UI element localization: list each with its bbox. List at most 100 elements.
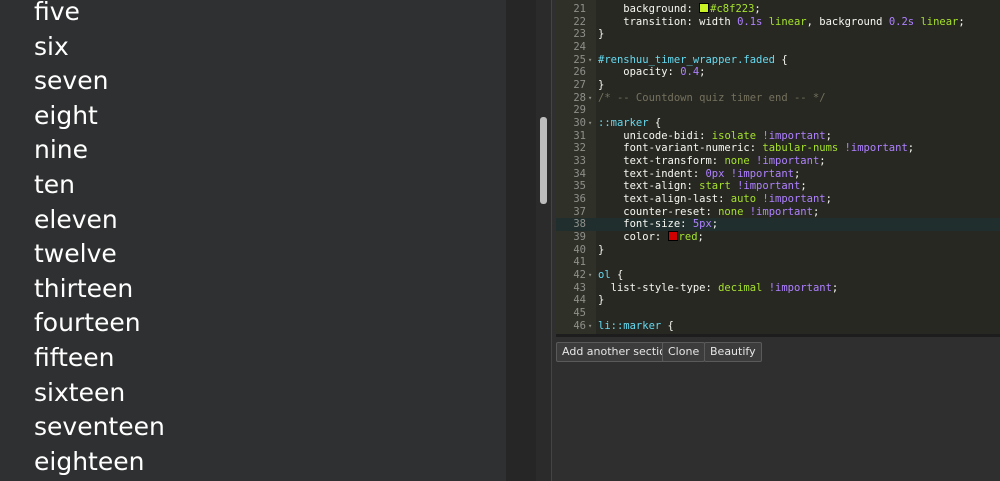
line-number: 44 <box>573 294 586 307</box>
list-item-text: nine <box>34 135 89 165</box>
css-code-editor[interactable]: 21 background: #c8f223; 22 transition: wi… <box>556 0 1000 337</box>
code-text: } <box>598 79 604 92</box>
code-token: unicode-bidi: <box>598 129 712 142</box>
line-number: 37 <box>573 205 586 218</box>
code-token: none <box>724 155 750 168</box>
list-item-text: twelve <box>34 239 117 269</box>
code-token: start <box>699 180 731 193</box>
line-number: 39 <box>573 231 586 244</box>
code-line[interactable]: 41 <box>556 256 1000 269</box>
fold-arrow-icon[interactable]: ▾ <box>588 117 592 130</box>
code-token: list-style-type: <box>598 281 719 294</box>
code-token: 5px <box>692 218 712 231</box>
code-token: ::marker <box>598 117 649 130</box>
code-line[interactable]: 42 ▾ ol { <box>556 269 1000 282</box>
code-token: ; <box>812 205 820 218</box>
code-token: ; <box>958 15 965 28</box>
code-token: text-align-last: <box>598 193 731 206</box>
line-number: 45 <box>573 307 586 320</box>
code-line[interactable]: 37 counter-reset: none !important; <box>556 206 1000 219</box>
code-token: !important <box>838 142 908 155</box>
fold-arrow-icon[interactable]: ▾ <box>588 320 592 333</box>
fold-arrow-icon[interactable]: ▾ <box>588 54 592 67</box>
code-text: background: #c8f223; <box>598 3 761 16</box>
code-token: linear <box>762 15 807 28</box>
line-number: 41 <box>573 256 586 269</box>
scrollbar-thumb[interactable] <box>540 117 547 204</box>
code-text: font-size: 5px; <box>598 218 718 231</box>
code-text: } <box>598 28 604 41</box>
code-line[interactable]: 39 color: red; <box>556 231 1000 244</box>
code-token: ; <box>825 129 832 142</box>
line-number: 27 <box>573 79 586 92</box>
code-token: { <box>648 117 662 130</box>
line-number: 23 <box>573 28 586 41</box>
code-line[interactable]: 38 font-size: 5px; <box>556 218 1000 232</box>
code-line[interactable]: 30 ▾::marker { <box>556 117 1000 130</box>
code-text: ::marker { <box>598 117 661 130</box>
code-line[interactable]: 40} <box>556 244 1000 257</box>
code-line[interactable]: 45 <box>556 307 1000 320</box>
code-token: red <box>678 231 698 244</box>
code-line[interactable]: 28 ▾ /* -- Countdown quiz timer end -- */ <box>556 92 1000 105</box>
line-number: 38 <box>573 218 586 231</box>
pane-divider <box>506 0 536 481</box>
code-line[interactable]: 22 transition: width 0.1s linear, backgr… <box>556 16 1000 29</box>
code-line[interactable]: 46 ▾ li::marker { <box>556 320 1000 333</box>
line-number: 28 <box>573 91 586 104</box>
fold-arrow-icon[interactable]: ▾ <box>588 92 592 105</box>
code-line[interactable]: 35 text-align: start !important; <box>556 180 1000 193</box>
code-token: !important <box>724 167 794 180</box>
line-number: 22 <box>573 15 586 28</box>
line-number: 42 <box>573 269 586 282</box>
code-text: text-align: start !important; <box>598 180 806 193</box>
code-text: /* -- Countdown quiz timer end -- */ <box>598 92 826 105</box>
line-number: 40 <box>573 243 586 256</box>
code-line[interactable]: 36 text-align-last: auto !important; <box>556 193 1000 206</box>
code-line[interactable]: 25 ▾ #renshuu_timer_wrapper.faded { <box>556 54 1000 67</box>
code-line[interactable]: 34 text-indent: 0px !important; <box>556 168 1000 181</box>
code-token: } <box>598 28 605 41</box>
code-text: } <box>598 244 604 257</box>
code-token: transition: width <box>598 15 738 28</box>
code-text: opacity: 0.4; <box>598 66 705 79</box>
code-line[interactable]: 29 <box>556 104 1000 117</box>
code-line[interactable]: 43 list-style-type: decimal !important; <box>556 282 1000 295</box>
code-token: !important <box>749 155 820 168</box>
code-token: #renshuu_timer_wrapper.faded <box>598 53 776 66</box>
code-token: 0.4 <box>680 66 700 79</box>
code-token: } <box>598 79 605 92</box>
code-line[interactable]: 27} <box>556 79 1000 92</box>
line-number: 21 <box>573 3 586 15</box>
list-item-text: five <box>34 0 80 26</box>
line-number: 25 <box>573 53 586 66</box>
code-token: 0px <box>705 167 725 180</box>
code-token: { <box>610 269 624 282</box>
list-item-text: eleven <box>34 204 118 234</box>
line-number: 26 <box>573 66 586 79</box>
code-token: tabular-nums <box>762 142 839 155</box>
code-line[interactable]: 24 <box>556 41 1000 54</box>
list-item-text: seven <box>34 66 109 96</box>
list-preview: 5.five6.six7.seven8.eight9.nine10.ten11.… <box>0 0 506 481</box>
add-another-section-button[interactable]: Add another section <box>556 342 679 362</box>
code-token: li::marker <box>598 319 662 332</box>
line-number: 35 <box>573 180 586 193</box>
list-item-text: ten <box>34 170 76 199</box>
code-line[interactable]: 26 opacity: 0.4; <box>556 66 1000 79</box>
color-swatch-icon <box>699 3 710 13</box>
clone-button[interactable]: Clone <box>662 342 706 362</box>
code-line[interactable]: 32 font-variant-numeric: tabular-nums !i… <box>556 142 1000 155</box>
code-text: font-variant-numeric: tabular-nums !impo… <box>598 142 914 155</box>
code-line[interactable]: 33 text-transform: none !important; <box>556 155 1000 168</box>
code-token: ; <box>711 218 719 231</box>
code-line[interactable]: 21 background: #c8f223; <box>556 3 1000 16</box>
fold-arrow-icon[interactable]: ▾ <box>588 269 592 282</box>
beautify-button[interactable]: Beautify <box>704 342 762 362</box>
code-line[interactable]: 44} <box>556 294 1000 307</box>
code-line[interactable]: 23} <box>556 28 1000 41</box>
list-item-text: six <box>34 31 69 61</box>
code-line[interactable]: 31 unicode-bidi: isolate !important; <box>556 130 1000 143</box>
line-number: 36 <box>573 193 586 206</box>
code-token: ; <box>793 167 801 180</box>
